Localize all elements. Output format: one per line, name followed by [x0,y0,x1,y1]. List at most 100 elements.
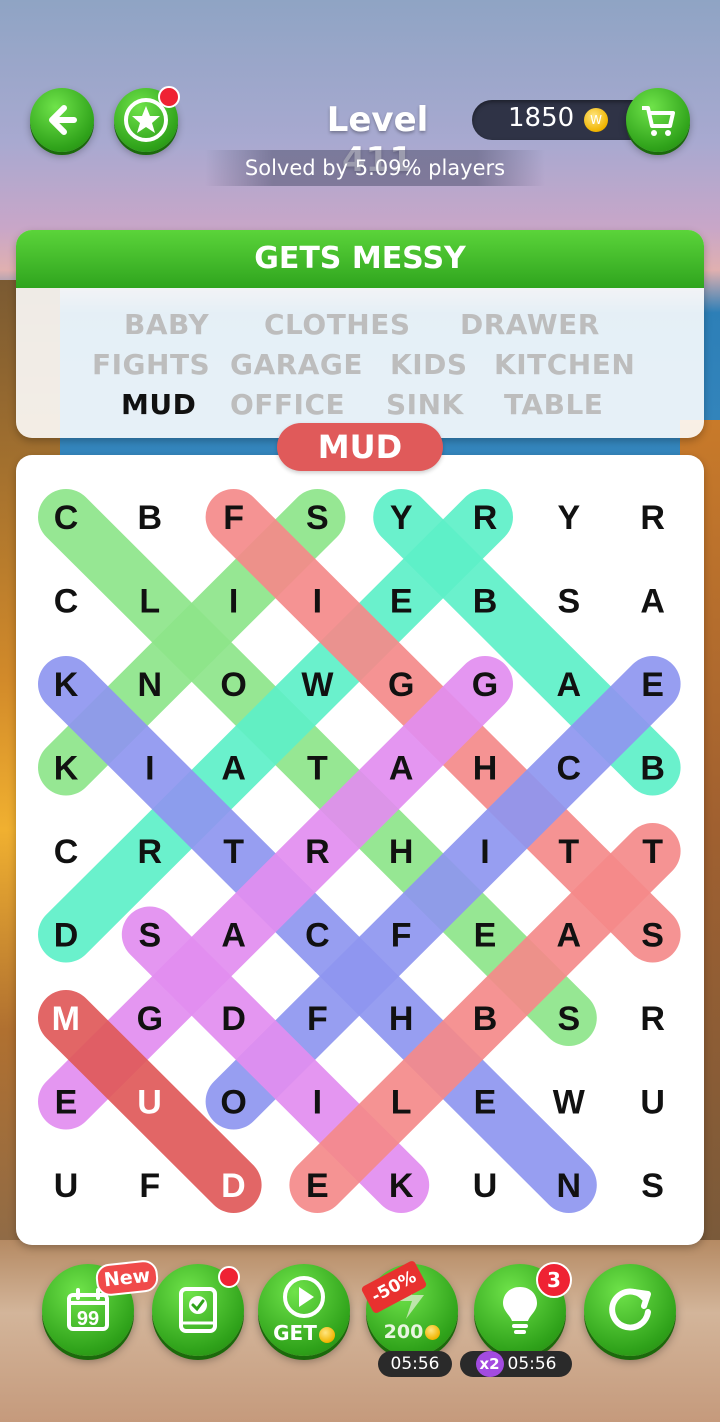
favorites-button[interactable] [114,86,180,152]
grid-letter[interactable]: U [54,1167,79,1205]
grid-letter[interactable]: A [557,666,582,704]
grid-letter[interactable]: L [139,583,160,621]
grid-letter[interactable]: I [313,583,322,621]
grid-letter[interactable]: I [229,583,238,621]
grid-letter[interactable]: B [640,750,665,788]
grid-letter[interactable]: A [221,917,246,955]
grid-letter[interactable]: T [642,833,663,871]
grid-letter[interactable]: S [641,917,664,955]
grid-letter[interactable]: B [138,499,163,537]
letter-grid-board[interactable]: C B F S Y R Y R C L I I E B S A K N O W G G A E K I A T A H C B C R T R H I T T… [16,455,704,1245]
multiplier-timer-value: 05:56 [507,1354,557,1374]
energy-timer: 05:56 [378,1351,452,1377]
grid-letter[interactable]: A [640,583,665,621]
grid-letter[interactable]: U [473,1167,498,1205]
grid-letter[interactable]: F [391,917,412,955]
grid-letter[interactable]: I [145,750,154,788]
grid-letter[interactable]: H [473,750,498,788]
grid-letter[interactable]: S [557,583,580,621]
grid-letter[interactable]: G [137,1000,163,1038]
current-word-pill: MUD [277,423,443,471]
grid-letter[interactable]: D [221,1167,246,1205]
word-item: CLOTHES [264,308,411,341]
watch-video-get-coins-button[interactable]: GET [258,1264,350,1356]
grid-letter[interactable]: E [474,1084,497,1122]
get-label: GET [273,1321,317,1345]
grid-letter[interactable]: K [54,750,79,788]
grid-letter[interactable]: F [307,1000,328,1038]
grid-letter[interactable]: Y [557,499,580,537]
grid-letter[interactable]: H [389,833,414,871]
letter-grid[interactable]: C B F S Y R Y R C L I I E B S A K N O W G G A E K I A T A H C B C R T R H I T T… [16,455,704,1245]
grid-letter[interactable]: T [307,750,328,788]
grid-letter[interactable]: C [54,833,79,871]
grid-letter[interactable]: F [139,1167,160,1205]
word-item: TABLE [504,388,604,421]
grid-letter[interactable]: R [640,499,665,537]
grid-letter[interactable]: C [557,750,582,788]
grid-letter[interactable]: C [54,499,79,537]
grid-letter[interactable]: D [221,1000,246,1038]
word-item: DRAWER [460,308,600,341]
grid-letter[interactable]: F [223,499,244,537]
grid-letter[interactable]: E [474,917,497,955]
grid-letter[interactable]: U [137,1084,162,1122]
grid-letter[interactable]: L [391,1084,412,1122]
grid-letter[interactable]: W [301,666,334,704]
grid-letter[interactable]: A [221,750,246,788]
grid-letter[interactable]: D [54,917,79,955]
shop-button[interactable] [626,88,690,152]
grid-letter[interactable]: N [138,666,163,704]
grid-letter[interactable]: E [55,1084,78,1122]
grid-letter[interactable]: A [389,750,414,788]
grid-letter[interactable]: I [313,1084,322,1122]
grid-letter[interactable]: S [557,1000,580,1038]
grid-letter[interactable]: E [390,583,413,621]
grid-letter[interactable]: S [641,1167,664,1205]
grid-letter[interactable]: S [306,499,329,537]
grid-letter[interactable]: G [472,666,498,704]
grid-letter[interactable]: I [480,833,489,871]
grid-letter[interactable]: R [138,833,163,871]
grid-letter[interactable]: N [557,1167,582,1205]
word-item: GARAGE [230,348,363,381]
grid-letter[interactable]: T [558,833,579,871]
grid-letter[interactable]: B [473,1000,498,1038]
back-button[interactable] [30,88,94,152]
grid-letter[interactable]: G [388,666,414,704]
grid-letter[interactable]: B [473,583,498,621]
grid-letter[interactable]: W [553,1084,586,1122]
grid-letter[interactable]: S [138,917,161,955]
grid-letter[interactable]: C [305,917,330,955]
grid-letter[interactable]: O [220,1084,246,1122]
notification-dot [158,86,180,108]
word-item: KIDS [390,348,468,381]
word-item: SINK [386,388,464,421]
word-item: KITCHEN [494,348,636,381]
grid-letter[interactable]: C [54,583,79,621]
multiplier-timer: x2 05:56 [460,1351,572,1377]
restart-button[interactable] [584,1264,676,1356]
lightbulb-icon [503,1287,537,1334]
refresh-icon [609,1288,651,1331]
word-item-found: MUD [121,388,197,421]
grid-letter[interactable]: E [306,1167,329,1205]
word-item: OFFICE [230,388,346,421]
grid-letter[interactable]: T [223,833,244,871]
grid-letter[interactable]: E [641,666,664,704]
collection-button[interactable] [152,1264,244,1356]
coin-icon [425,1325,441,1340]
svg-text:99: 99 [77,1308,99,1330]
grid-letter[interactable]: K [54,666,79,704]
grid-letter[interactable]: Y [390,499,413,537]
grid-letter[interactable]: H [389,1000,414,1038]
grid-letter[interactable]: R [473,499,498,537]
grid-letter[interactable]: M [52,1000,81,1038]
grid-letter[interactable]: O [220,666,246,704]
grid-letter[interactable]: A [557,917,582,955]
coin-count: 1850 [508,103,575,133]
grid-letter[interactable]: U [640,1084,665,1122]
grid-letter[interactable]: R [305,833,330,871]
grid-letter[interactable]: K [389,1167,414,1205]
grid-letter[interactable]: R [640,1000,665,1038]
